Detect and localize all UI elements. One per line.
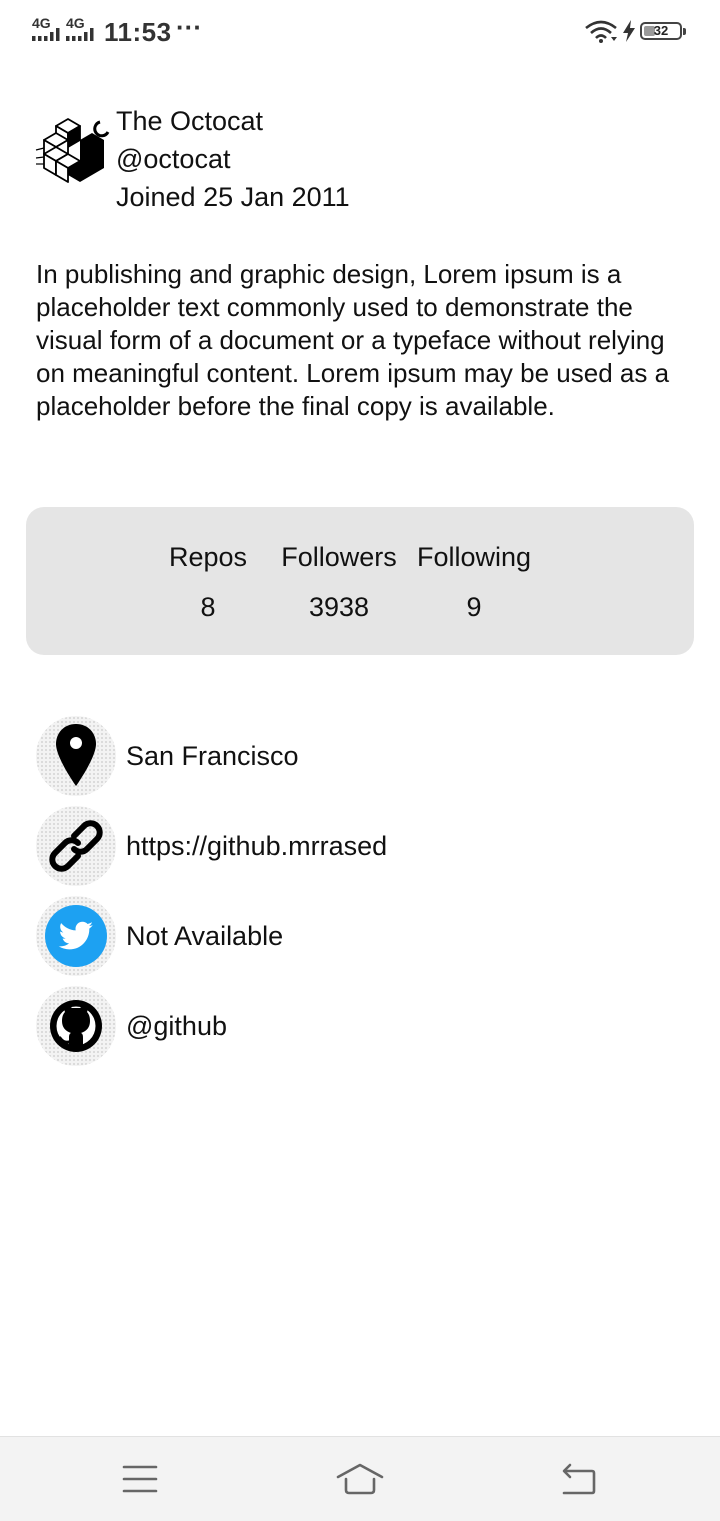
link-icon <box>36 806 116 886</box>
info-row-twitter: Not Available <box>36 896 676 976</box>
battery-icon: 32 <box>640 22 686 40</box>
info-row-github[interactable]: @github <box>36 986 676 1066</box>
system-nav-bar <box>0 1436 720 1521</box>
stat-repos[interactable]: Repos 8 <box>158 539 258 625</box>
profile-bio: In publishing and graphic design, Lorem … <box>36 259 670 421</box>
status-time: 11:53 <box>104 17 172 47</box>
octocat-cube-avatar-icon <box>35 118 110 183</box>
stat-followers[interactable]: Followers 3938 <box>278 539 400 625</box>
profile-name: The Octocat <box>116 106 264 136</box>
signal-icon <box>66 28 94 41</box>
github-text[interactable]: @github <box>126 1008 227 1044</box>
info-row-location: San Francisco <box>36 716 676 796</box>
blog-link[interactable]: https://github.mrrased <box>126 828 387 864</box>
signal-icon <box>32 28 60 41</box>
followers-value: 3938 <box>308 592 370 622</box>
avatar[interactable] <box>34 114 116 196</box>
back-button[interactable] <box>548 1455 608 1503</box>
following-label: Following <box>416 542 532 572</box>
repos-value: 8 <box>200 592 216 622</box>
twitter-icon <box>36 896 116 976</box>
info-row-blog[interactable]: https://github.mrrased <box>36 806 676 886</box>
home-icon <box>336 1463 384 1495</box>
profile-username: @octocat <box>116 144 231 174</box>
profile-header: The Octocat @octocat Joined 25 Jan 2011 <box>116 102 350 216</box>
status-bar: 4G 4G 11:53 ··· 32 <box>0 0 720 64</box>
menu-icon <box>122 1465 158 1493</box>
wifi-icon <box>585 20 617 43</box>
stats-card: Repos 8 Followers 3938 Following 9 <box>26 507 694 655</box>
back-icon <box>562 1463 596 1495</box>
following-value: 9 <box>466 592 482 622</box>
home-button[interactable] <box>330 1455 390 1503</box>
battery-level: 32 <box>653 23 669 38</box>
menu-button[interactable] <box>110 1455 170 1503</box>
profile-joined-date: Joined 25 Jan 2011 <box>116 182 350 212</box>
repos-label: Repos <box>168 542 248 572</box>
github-icon <box>36 986 116 1066</box>
followers-label: Followers <box>281 542 397 572</box>
stat-following[interactable]: Following 9 <box>412 539 536 625</box>
location-text: San Francisco <box>126 741 299 771</box>
overflow-dots-icon: ··· <box>176 12 202 42</box>
location-pin-icon <box>36 716 116 796</box>
twitter-text: Not Available <box>126 921 284 951</box>
charging-icon <box>623 20 635 42</box>
